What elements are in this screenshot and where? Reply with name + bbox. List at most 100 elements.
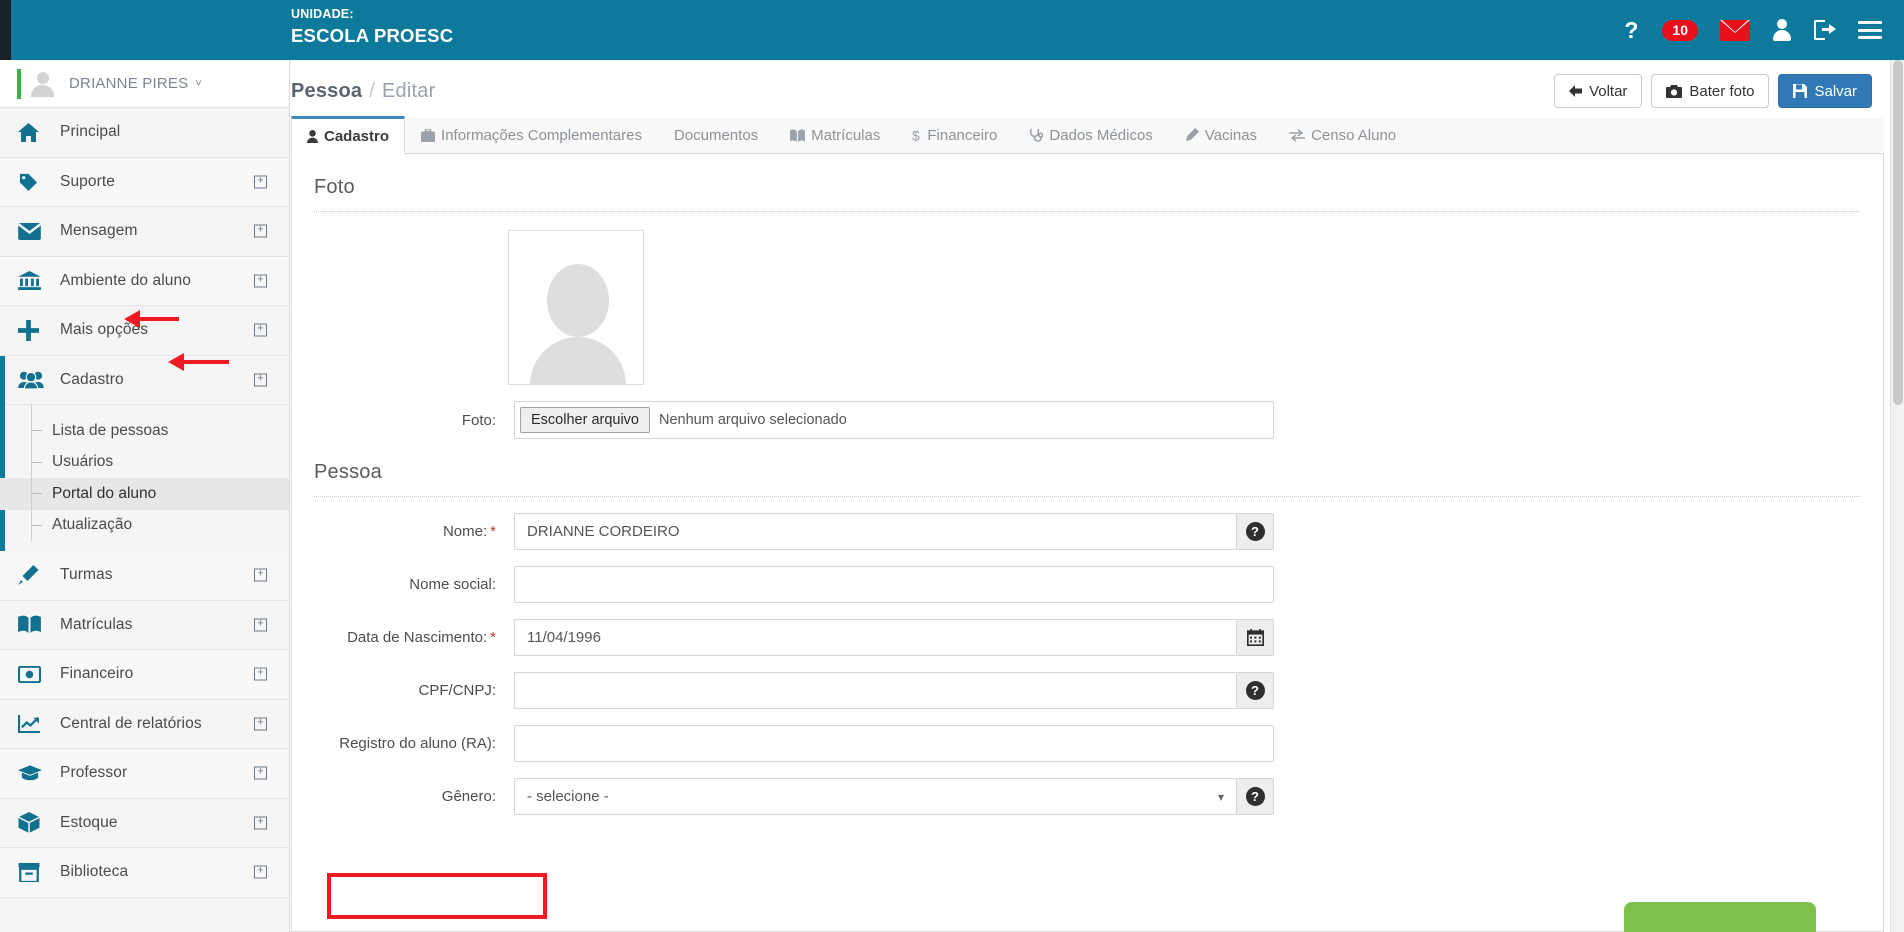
sidebar-label-portal-do-aluno: Portal do aluno xyxy=(52,484,157,502)
tab-dados-medicos[interactable]: Dados Médicos xyxy=(1013,116,1168,153)
expand-icon-estoque[interactable] xyxy=(254,816,267,830)
sidebar-label-turmas: Turmas xyxy=(60,566,113,584)
tab-cadastro[interactable]: Cadastro xyxy=(291,116,406,154)
sidebar-label-mensagem: Mensagem xyxy=(60,222,138,240)
tab-label-documentos: Documentos xyxy=(673,126,759,144)
expand-icon-professor[interactable] xyxy=(254,766,267,780)
notification-count-badge[interactable]: 10 xyxy=(1662,19,1698,41)
sidebar-user-block[interactable]: DRIANNE PIRES ˅ xyxy=(0,60,289,108)
breadcrumb: Pessoa / Editar xyxy=(291,80,435,103)
tab-informacoes-complementares[interactable]: Informações Complementares xyxy=(405,116,658,153)
tab-vacinas[interactable]: Vacinas xyxy=(1169,116,1273,153)
briefcase-icon xyxy=(421,128,436,142)
sidebar-item-principal[interactable]: Principal xyxy=(0,108,289,158)
unidade-name: ESCOLA PROESC xyxy=(291,24,454,46)
annotation-arrow-lista-de-pessoas xyxy=(168,353,229,371)
svg-text:$: $ xyxy=(912,128,920,143)
unidade-label: UNIDADE: xyxy=(291,7,354,21)
tab-matriculas[interactable]: Matrículas xyxy=(774,116,896,153)
floppy-disk-icon xyxy=(1793,84,1808,98)
sidebar-item-lista-de-pessoas[interactable]: Lista de pessoas xyxy=(0,415,289,447)
sidebar-item-atualizacao[interactable]: Atualização xyxy=(0,510,289,542)
sidebar-label-usuarios: Usuários xyxy=(52,453,114,471)
selected-file-name: Nenhum arquivo selecionado xyxy=(659,412,847,428)
field-label-genero: Gênero: xyxy=(441,788,496,805)
expand-icon-central-de-relatorios[interactable] xyxy=(254,717,267,731)
sidebar-label-lista-de-pessoas: Lista de pessoas xyxy=(52,421,169,439)
tab-label-censo-aluno: Censo Aluno xyxy=(1311,126,1397,144)
section-title-foto: Foto xyxy=(314,176,355,198)
sidebar-item-portal-do-aluno[interactable]: Portal do aluno xyxy=(0,478,289,510)
expand-icon-mensagem[interactable] xyxy=(254,224,267,238)
registro-do-aluno-input[interactable] xyxy=(514,725,1274,762)
bank-icon xyxy=(18,271,48,291)
help-icon-cpf-cnpj[interactable]: ? xyxy=(1237,672,1274,709)
back-button[interactable]: Voltar xyxy=(1554,74,1643,108)
sidebar-item-mais-opcoes[interactable]: Mais opções xyxy=(0,306,289,356)
sidebar-item-ambiente-do-aluno[interactable]: Ambiente do aluno xyxy=(0,256,289,306)
expand-icon-matriculas[interactable] xyxy=(254,618,267,632)
data-de-nascimento-input[interactable]: 11/04/1996 xyxy=(514,619,1237,656)
hamburger-menu-icon[interactable] xyxy=(1858,21,1882,39)
envelope-icon[interactable] xyxy=(1720,19,1750,41)
calendar-icon[interactable] xyxy=(1237,619,1274,656)
sidebar-item-biblioteca[interactable]: Biblioteca xyxy=(0,848,289,898)
help-icon-nome[interactable]: ? xyxy=(1237,513,1274,550)
nome-input[interactable]: DRIANNE CORDEIRO xyxy=(514,513,1237,550)
cadastro-panel: Foto Foto: Escolher arquivo Nenhum arqui… xyxy=(291,154,1884,932)
sidebar-label-central-de-relatorios: Central de relatórios xyxy=(60,714,202,732)
sidebar-item-suporte[interactable]: Suporte xyxy=(0,157,289,207)
expand-icon-biblioteca[interactable] xyxy=(254,865,267,879)
page-scrollbar[interactable] xyxy=(1890,60,1904,932)
expand-icon-suporte[interactable] xyxy=(254,175,267,189)
breadcrumb-root[interactable]: Pessoa xyxy=(291,80,362,102)
person-silhouette-icon xyxy=(508,230,644,385)
expand-icon-ambiente-do-aluno[interactable] xyxy=(254,274,267,288)
question-mark-icon[interactable]: ? xyxy=(1622,18,1640,42)
sidebar-item-cadastro[interactable]: Cadastro xyxy=(0,355,289,405)
take-photo-button[interactable]: Bater foto xyxy=(1651,74,1770,108)
field-row-cpf-cnpj: CPF/CNPJ: ? xyxy=(314,672,1861,709)
tab-documentos[interactable]: Documentos xyxy=(658,116,774,153)
question-mark-glyph: ? xyxy=(1245,522,1265,541)
left-rail xyxy=(0,0,11,60)
sidebar-item-mensagem[interactable]: Mensagem xyxy=(0,207,289,257)
sidebar-item-matriculas[interactable]: Matrículas xyxy=(0,600,289,650)
sidebar-item-usuarios[interactable]: Usuários xyxy=(0,447,289,479)
expand-icon-cadastro[interactable] xyxy=(254,373,267,387)
floating-green-button[interactable] xyxy=(1624,902,1816,932)
tab-label-cadastro: Cadastro xyxy=(324,128,390,145)
person-icon xyxy=(307,130,318,143)
field-row-foto: Foto: Escolher arquivo Nenhum arquivo se… xyxy=(314,401,1861,439)
help-icon-genero[interactable]: ? xyxy=(1237,778,1274,815)
save-button[interactable]: Salvar xyxy=(1778,74,1872,108)
section-title-pessoa: Pessoa xyxy=(314,461,382,483)
user-icon[interactable] xyxy=(1772,19,1792,41)
genero-select[interactable]: - selecione - ▾ xyxy=(514,778,1237,815)
main-content: Pessoa / Editar Voltar Bater foto Salvar xyxy=(291,60,1894,932)
tab-financeiro[interactable]: $ Financeiro xyxy=(896,116,1013,153)
sidebar-label-atualizacao: Atualização xyxy=(52,516,133,534)
sidebar-item-estoque[interactable]: Estoque xyxy=(0,798,289,848)
expand-icon-turmas[interactable] xyxy=(254,568,267,582)
expand-icon-mais-opcoes[interactable] xyxy=(254,323,267,337)
sidebar-item-turmas[interactable]: Turmas xyxy=(0,551,289,601)
chevron-down-icon[interactable]: ˅ xyxy=(195,78,201,90)
scrollbar-thumb[interactable] xyxy=(1893,60,1903,405)
choose-file-button[interactable]: Escolher arquivo xyxy=(520,407,650,433)
sidebar-item-central-de-relatorios[interactable]: Central de relatórios xyxy=(0,699,289,749)
nome-social-input[interactable] xyxy=(514,566,1274,603)
logout-icon[interactable] xyxy=(1814,20,1836,40)
syringe-icon xyxy=(1185,128,1199,142)
cpf-cnpj-input[interactable] xyxy=(514,672,1237,709)
envelope-icon xyxy=(18,222,48,240)
plus-icon xyxy=(18,319,48,341)
sidebar-label-cadastro: Cadastro xyxy=(60,370,124,388)
photo-file-input[interactable]: Escolher arquivo Nenhum arquivo selecion… xyxy=(514,401,1274,439)
chart-line-icon xyxy=(18,714,48,734)
sidebar-item-professor[interactable]: Professor xyxy=(0,749,289,799)
sidebar-item-financeiro[interactable]: Financeiro xyxy=(0,650,289,700)
field-label-nome: Nome: * xyxy=(314,523,514,540)
tab-censo-aluno[interactable]: Censo Aluno xyxy=(1273,116,1412,153)
expand-icon-financeiro[interactable] xyxy=(254,667,267,681)
